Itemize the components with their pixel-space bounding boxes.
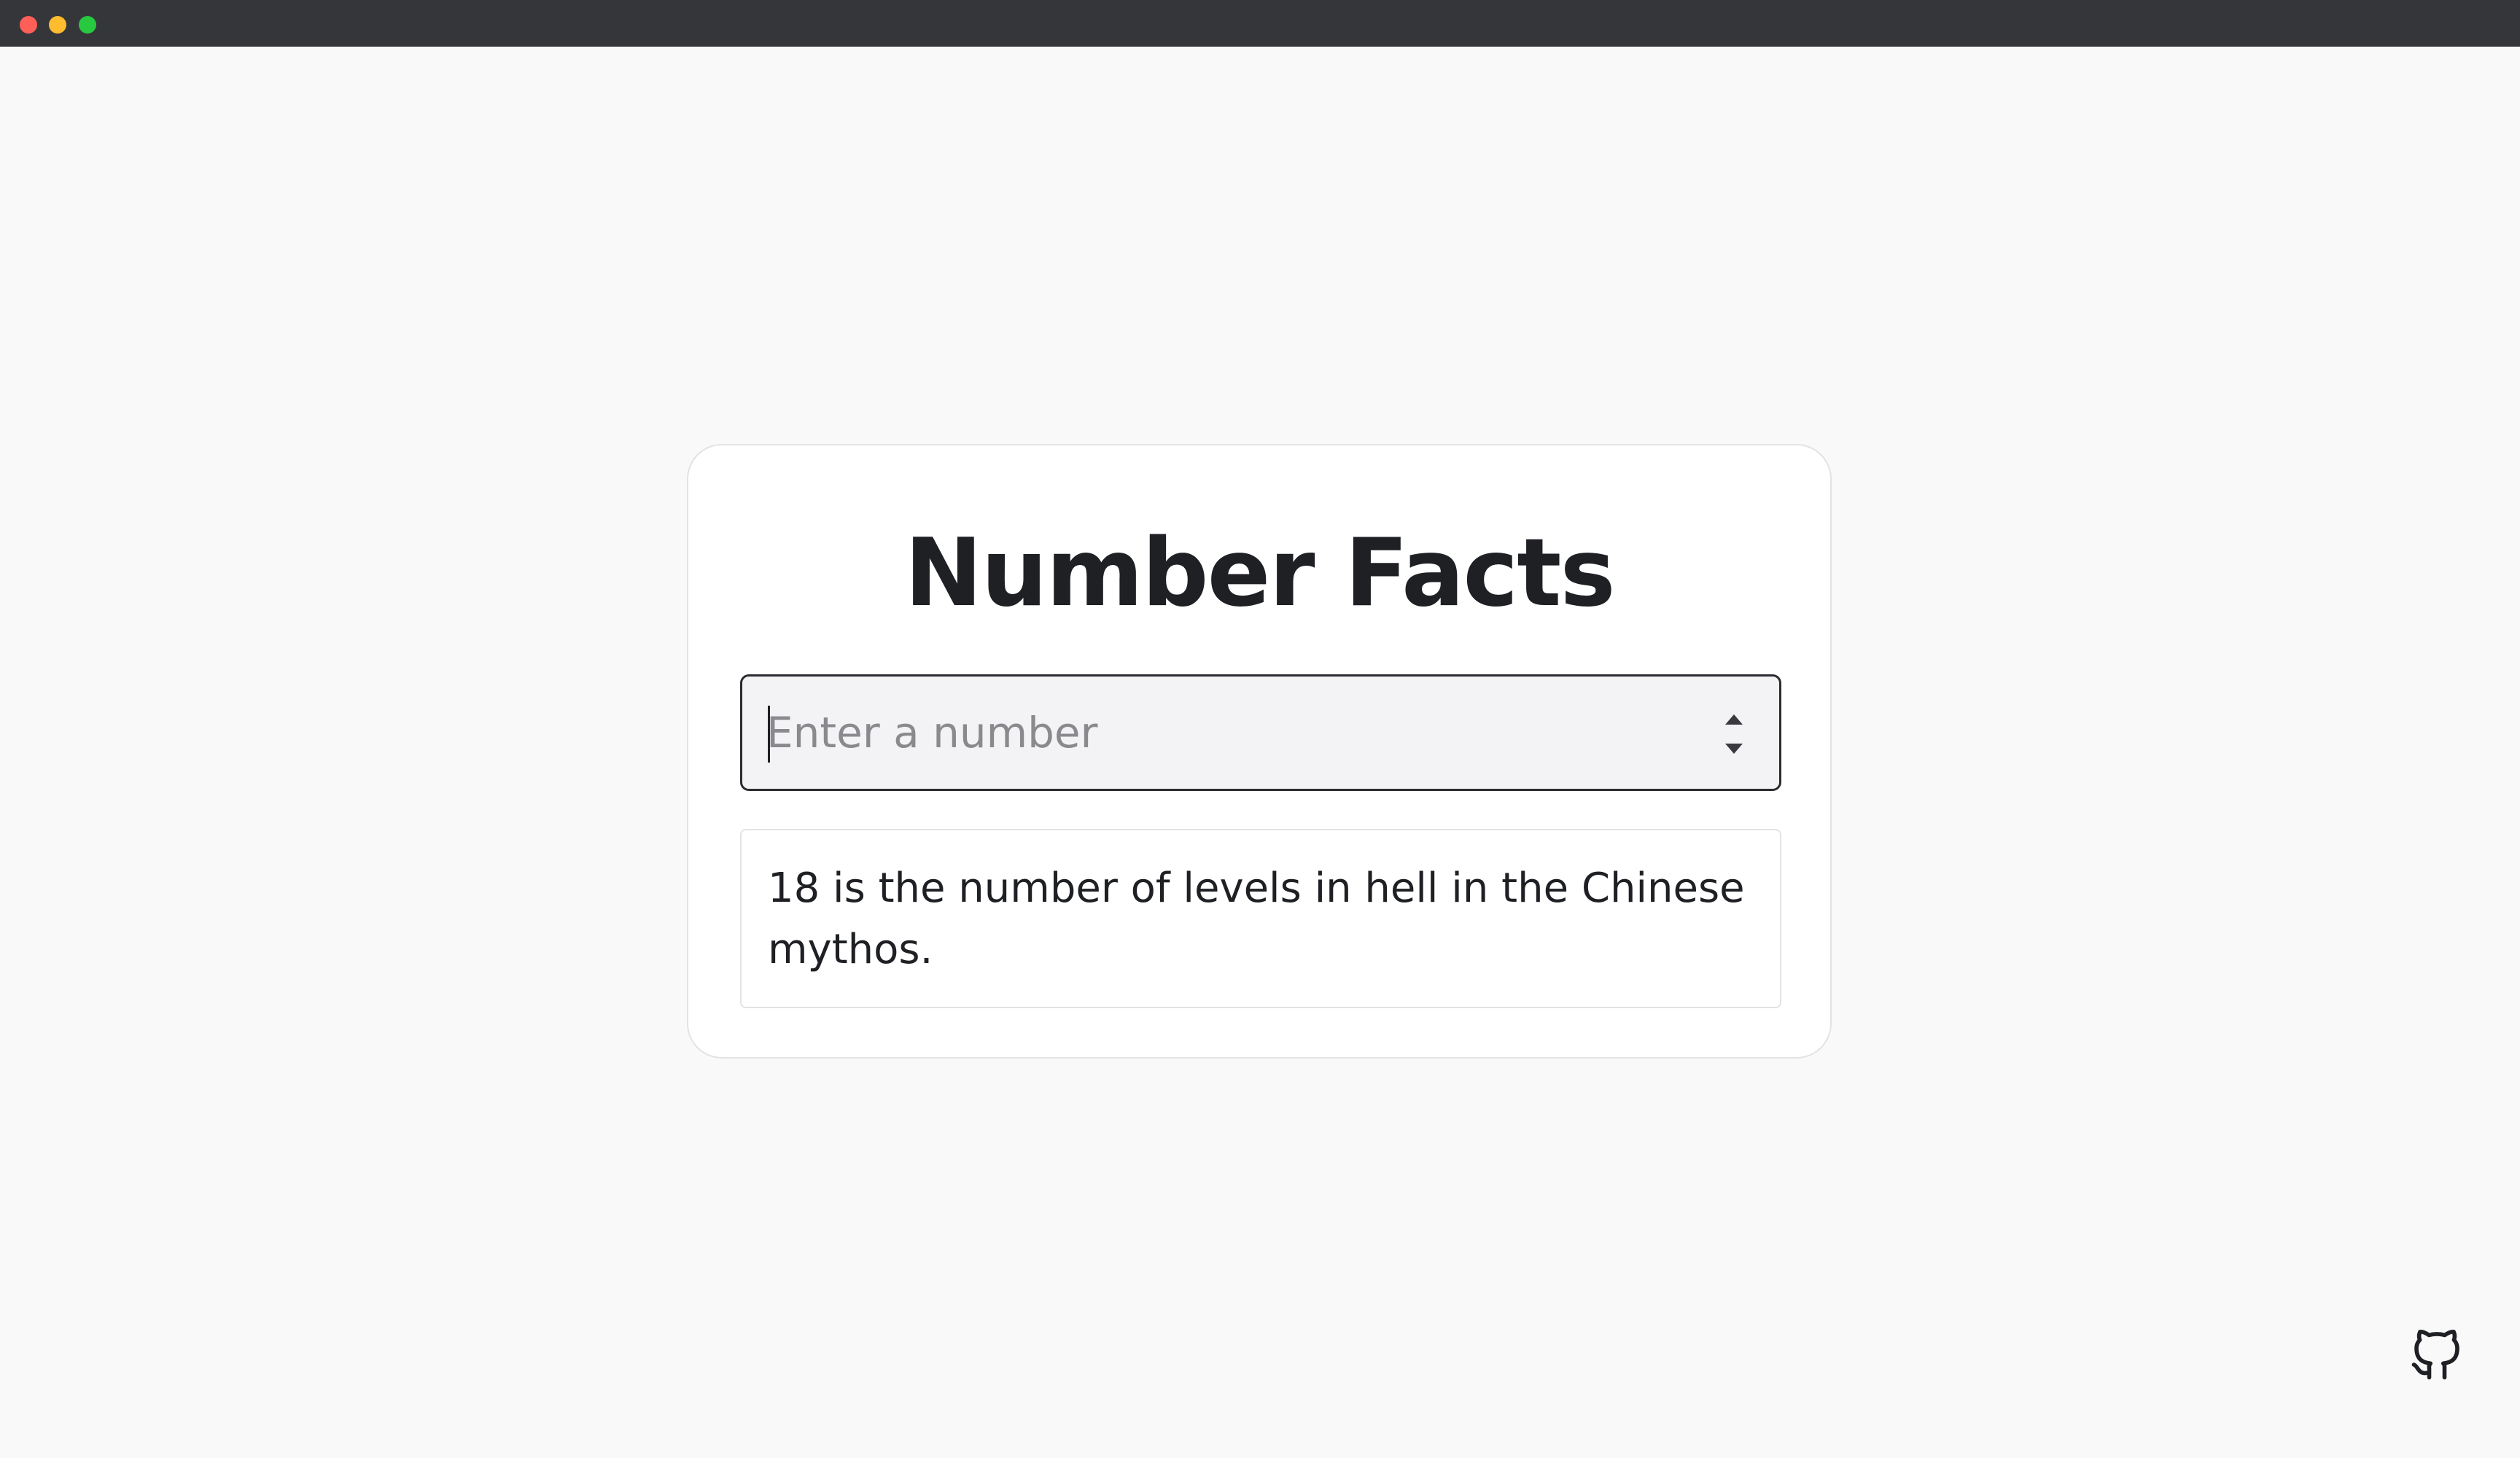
page-title: Number Facts <box>904 519 1615 628</box>
minimize-window-button[interactable] <box>49 16 66 34</box>
close-window-button[interactable] <box>20 16 37 34</box>
window-titlebar <box>0 0 2520 47</box>
github-link[interactable] <box>2406 1324 2468 1385</box>
number-stepper[interactable] <box>1719 709 1749 760</box>
browser-window: Number Facts 18 is the number of levels … <box>0 0 2520 1458</box>
fact-text: 18 is the number of levels in hell in th… <box>768 865 1745 973</box>
number-facts-card: Number Facts 18 is the number of levels … <box>687 444 1832 1059</box>
zoom-window-button[interactable] <box>79 16 96 34</box>
github-icon <box>2411 1329 2459 1380</box>
number-input-container[interactable] <box>740 674 1781 791</box>
text-caret <box>768 706 770 763</box>
number-input[interactable] <box>766 677 1671 789</box>
fact-result-box: 18 is the number of levels in hell in th… <box>740 829 1781 1008</box>
increment-button[interactable] <box>1719 709 1749 730</box>
decrement-button[interactable] <box>1719 738 1749 760</box>
caret-down-icon <box>1725 744 1743 754</box>
caret-up-icon <box>1725 714 1743 725</box>
